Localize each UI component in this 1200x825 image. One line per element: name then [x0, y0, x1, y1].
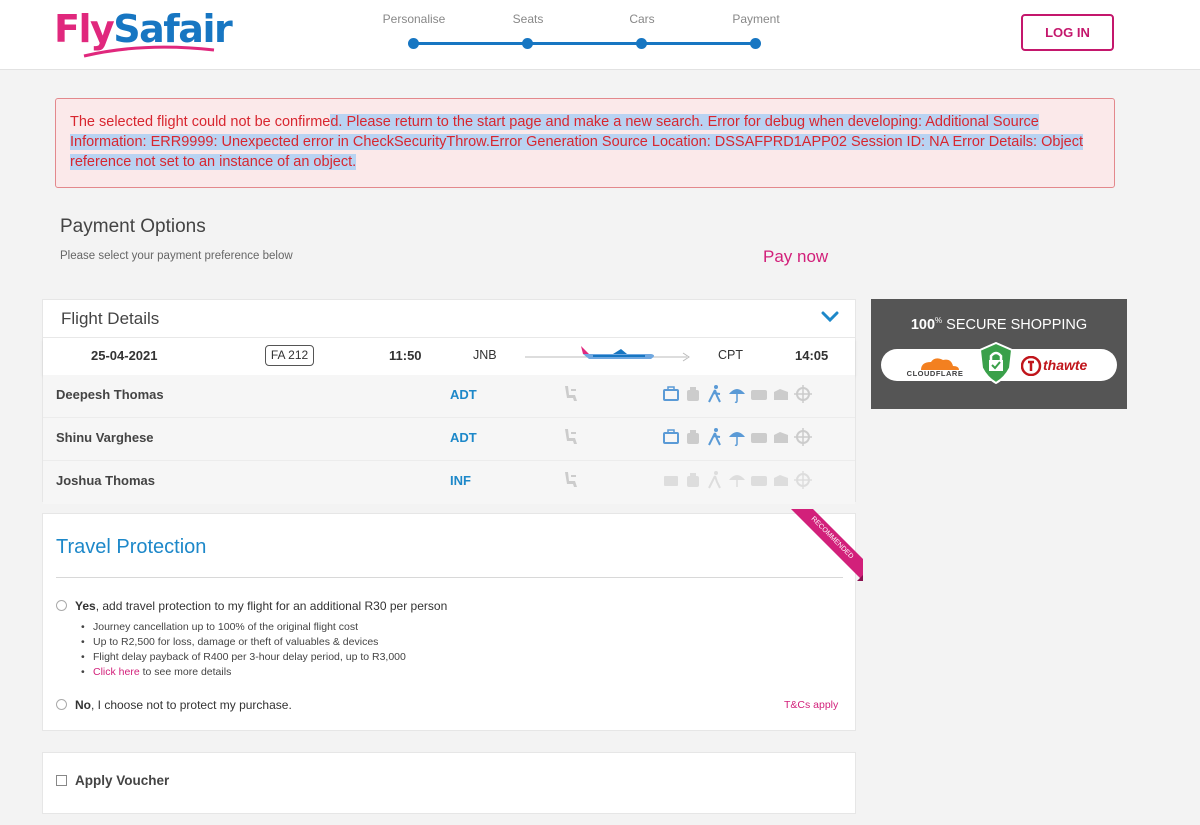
apply-voucher-checkbox[interactable]	[56, 775, 67, 786]
cabin-bag-icon[interactable]	[661, 384, 681, 404]
sports-bag-icon[interactable]	[771, 427, 791, 447]
protection-no-label[interactable]: No, I choose not to protect my purchase.	[75, 698, 292, 712]
booking-progress: Personalise Seats Cars Payment	[380, 12, 800, 52]
divider	[56, 577, 843, 578]
passenger-row: Joshua Thomas INF	[43, 461, 855, 504]
header: FlySafair Personalise Seats Cars Payment…	[0, 0, 1200, 70]
tcs-link[interactable]: T&Cs apply	[784, 699, 838, 711]
progress-line	[413, 42, 756, 45]
arrival-time: 14:05	[795, 348, 829, 363]
step-payment: Payment	[706, 12, 806, 49]
flight-date: 25-04-2021	[91, 348, 158, 363]
protection-yes-radio[interactable]	[56, 600, 67, 611]
meal-icon[interactable]	[749, 384, 769, 404]
travel-protection-title: Travel Protection	[56, 536, 207, 558]
sports-bag-icon	[774, 475, 788, 486]
apply-voucher-label[interactable]: Apply Voucher	[75, 773, 169, 788]
passenger-name: Joshua Thomas	[56, 473, 155, 488]
target-icon[interactable]	[793, 427, 813, 447]
security-logos: CLOUDFLARE thawte	[881, 342, 1117, 384]
checked-bag-icon[interactable]	[683, 384, 703, 404]
step-dot	[408, 38, 419, 49]
assistance-icon[interactable]	[705, 427, 725, 447]
step-seats: Seats	[478, 12, 578, 49]
list-item: Click here to see more details	[81, 665, 406, 680]
meal-icon[interactable]	[749, 427, 769, 447]
passenger-type: INF	[450, 473, 471, 488]
seat-icon[interactable]	[560, 427, 580, 447]
list-item: Up to R2,500 for loss, damage or theft o…	[81, 635, 406, 650]
passenger-type: ADT	[450, 430, 477, 445]
origin-airport: JNB	[473, 348, 497, 362]
flysafair-logo[interactable]: FlySafair	[54, 6, 233, 62]
secure-shopping-title: 100% SECURE SHOPPING	[910, 316, 1088, 333]
flight-segment-row: 25-04-2021 FA 212 11:50 JNB CPT 14:05	[43, 338, 855, 375]
step-personalise: Personalise	[364, 12, 464, 49]
flight-details-card: Flight Details 25-04-2021 FA 212 11:50 J…	[42, 299, 856, 504]
passenger-services	[661, 384, 813, 404]
step-dot	[522, 38, 533, 49]
sports-bag-icon[interactable]	[771, 384, 791, 404]
passenger-type: ADT	[450, 387, 477, 402]
flight-details-header[interactable]: Flight Details	[43, 300, 855, 338]
umbrella-icon	[729, 475, 745, 487]
flight-path-plane-icon	[525, 346, 690, 362]
passenger-row: Deepesh Thomas ADT	[43, 375, 855, 418]
step-dot	[750, 38, 761, 49]
list-item: Journey cancellation up to 100% of the o…	[81, 620, 406, 635]
protection-benefits-list: Journey cancellation up to 100% of the o…	[81, 620, 406, 680]
passenger-name: Deepesh Thomas	[56, 387, 164, 402]
seat-icon[interactable]	[560, 470, 580, 490]
travel-protection-card: Travel Protection RECOMMENDED Yes, add t…	[42, 509, 863, 731]
protection-yes-label[interactable]: Yes, add travel protection to my flight …	[75, 599, 447, 613]
departure-time: 11:50	[389, 348, 422, 363]
cabin-bag-icon	[664, 476, 678, 486]
passenger-services	[661, 470, 813, 490]
security-shield-icon	[978, 342, 1014, 384]
voucher-card: Apply Voucher	[42, 752, 856, 814]
cabin-bag-icon[interactable]	[661, 427, 681, 447]
list-item: Flight delay payback of R400 per 3-hour …	[81, 650, 406, 665]
passenger-name: Shinu Varghese	[56, 430, 154, 445]
login-button[interactable]: LOG IN	[1021, 14, 1114, 51]
target-icon[interactable]	[793, 384, 813, 404]
passenger-row: Shinu Varghese ADT	[43, 418, 855, 461]
cloudflare-label: CLOUDFLARE	[906, 369, 964, 378]
destination-airport: CPT	[718, 348, 743, 362]
recommended-label: RECOMMENDED	[810, 516, 855, 561]
passenger-services	[661, 427, 813, 447]
more-details-link[interactable]: Click here	[93, 666, 140, 678]
payment-options-title: Payment Options	[60, 216, 206, 237]
chevron-down-icon[interactable]	[821, 310, 839, 324]
protection-no-radio[interactable]	[56, 699, 67, 710]
umbrella-icon[interactable]	[727, 427, 747, 447]
error-message: The selected flight could not be confirm…	[55, 98, 1115, 188]
payment-options-subtitle: Please select your payment preference be…	[60, 250, 293, 262]
meal-icon	[751, 476, 767, 486]
assistance-icon	[708, 471, 721, 489]
step-cars: Cars	[592, 12, 692, 49]
pay-now-option[interactable]: Pay now	[763, 247, 828, 267]
umbrella-icon[interactable]	[727, 384, 747, 404]
target-icon	[794, 471, 812, 489]
secure-shopping-badge: 100% SECURE SHOPPING CLOUDFLARE thawte	[871, 299, 1127, 409]
checked-bag-icon	[687, 473, 699, 487]
flight-details-title: Flight Details	[61, 309, 160, 328]
step-dot	[636, 38, 647, 49]
logo-swoosh-icon	[83, 45, 215, 58]
flight-number-badge: FA 212	[265, 345, 314, 366]
thawte-label: thawte	[1043, 357, 1088, 373]
assistance-icon[interactable]	[705, 384, 725, 404]
seat-icon[interactable]	[560, 384, 580, 404]
recommended-ribbon: RECOMMENDED	[791, 509, 863, 581]
checked-bag-icon[interactable]	[683, 427, 703, 447]
